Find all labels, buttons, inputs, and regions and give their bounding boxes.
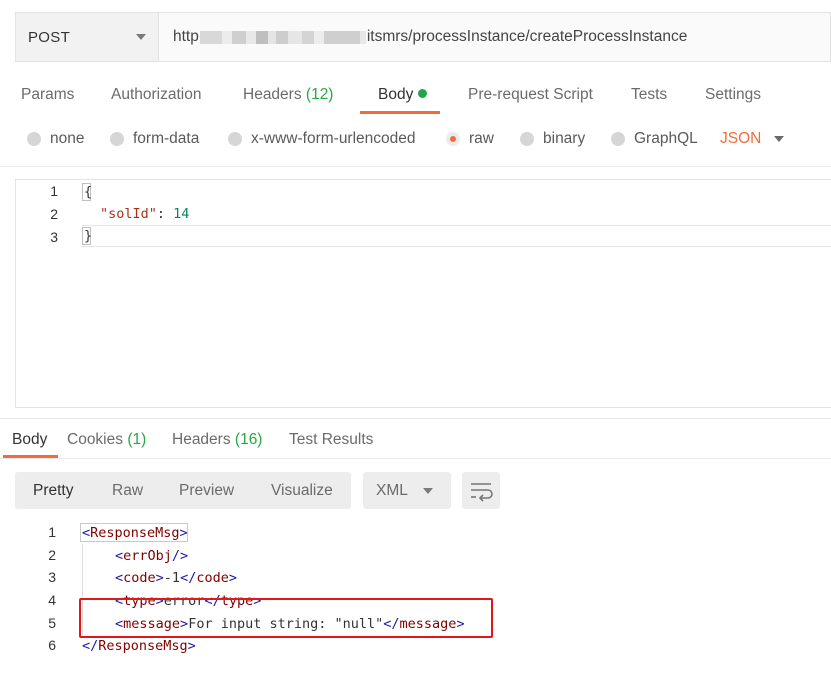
active-tab-indicator (360, 111, 440, 114)
tab-label: Headers (243, 86, 302, 103)
radio-label: form-data (133, 130, 200, 147)
chevron-down-icon[interactable] (774, 136, 784, 142)
xml-line: <errObj/> (115, 548, 189, 564)
response-tab-body[interactable]: Body (12, 431, 47, 449)
redacted-host (199, 30, 366, 44)
line-number: 4 (48, 592, 56, 608)
tab-count: (16) (234, 431, 263, 448)
tab-count: (1) (127, 431, 147, 448)
xml-tag: ResponseMsg (90, 525, 180, 541)
radio-circle-icon (27, 132, 41, 146)
xml-line: </ResponseMsg> (82, 638, 196, 654)
url-path: itsmrs/processInstance/createProcessInst… (366, 28, 688, 45)
tab-tests[interactable]: Tests (631, 86, 667, 104)
view-raw-button[interactable]: Raw (112, 482, 143, 500)
view-mode-group: Pretty Raw Preview Visualize (15, 472, 351, 509)
radio-label: x-www-form-urlencoded (251, 130, 416, 147)
url-input[interactable]: http itsmrs/processInstance/createProces… (159, 13, 830, 61)
view-pretty-button[interactable]: Pretty (33, 482, 73, 500)
method-label: POST (28, 28, 71, 46)
radio-none[interactable]: none (27, 130, 84, 148)
radio-graphql[interactable]: GraphQL (611, 130, 698, 148)
tab-count: (12) (305, 86, 334, 103)
radio-label: raw (469, 130, 494, 147)
radio-form-data[interactable]: form-data (110, 130, 199, 148)
request-tabs: Params Authorization Headers (12) Body P… (0, 78, 831, 114)
line-number: 1 (48, 524, 56, 540)
xml-tag: errObj (123, 548, 172, 564)
tab-label: Body (378, 86, 414, 103)
wrap-text-icon (471, 483, 493, 502)
chevron-down-icon (136, 34, 146, 40)
divider (0, 166, 831, 167)
radio-selected-icon (446, 132, 460, 146)
line-number: 2 (48, 547, 56, 563)
radio-label: none (50, 130, 85, 147)
method-select[interactable]: POST (16, 13, 159, 61)
line-number: 3 (50, 229, 58, 245)
tab-headers[interactable]: Headers (12) (243, 86, 333, 104)
response-format-select[interactable]: XML (363, 472, 451, 509)
view-preview-button[interactable]: Preview (179, 482, 234, 500)
raw-format-select[interactable]: JSON (720, 130, 761, 148)
code-line: { (84, 184, 93, 200)
radio-circle-icon (228, 132, 242, 146)
xml-tag: code (123, 570, 156, 586)
line-number: 3 (48, 569, 56, 585)
response-tab-test-results[interactable]: Test Results (289, 431, 373, 449)
request-url-bar: POST http itsmrs/processInstance/createP… (15, 12, 831, 62)
line-number: 1 (50, 183, 58, 199)
url-prefix: http (173, 28, 199, 45)
status-dot-icon (418, 89, 428, 98)
tab-label: Params (21, 86, 75, 103)
chevron-down-icon (423, 488, 433, 494)
response-tab-cookies[interactable]: Cookies (1) (67, 431, 146, 449)
line-number: 2 (50, 206, 58, 222)
line-number: 6 (48, 637, 56, 653)
tab-label: Tests (631, 86, 668, 103)
active-line-highlight (82, 225, 831, 247)
tab-label: Test Results (289, 431, 374, 448)
xml-text: -1 (163, 570, 181, 586)
radio-circle-icon (611, 132, 625, 146)
radio-binary[interactable]: binary (520, 130, 585, 148)
tab-label: Cookies (67, 431, 123, 448)
request-body-editor[interactable]: 1 2 3 { "solId": 14 } (15, 179, 831, 408)
tab-label: Headers (172, 431, 231, 448)
wrap-lines-button[interactable] (462, 472, 500, 509)
radio-raw[interactable]: raw (446, 130, 494, 148)
xml-tag: ResponseMsg (98, 638, 188, 654)
tab-label: Authorization (111, 86, 202, 103)
radio-circle-icon (520, 132, 534, 146)
xml-line: <code>-1</code> (115, 570, 237, 586)
response-format-label: XML (376, 482, 408, 499)
error-highlight-box (79, 598, 493, 638)
response-tab-headers[interactable]: Headers (16) (172, 431, 262, 449)
radio-label: binary (543, 130, 586, 147)
code-line: "solId": 14 (100, 206, 189, 222)
view-visualize-button[interactable]: Visualize (271, 482, 333, 500)
tab-body[interactable]: Body (378, 86, 428, 104)
json-colon: : (156, 206, 174, 222)
divider (0, 418, 831, 419)
tab-pre-request-script[interactable]: Pre-request Script (468, 86, 593, 104)
radio-label: GraphQL (634, 130, 698, 147)
xml-line: <ResponseMsg> (82, 525, 188, 541)
line-number: 5 (48, 615, 56, 631)
code-line: } (84, 228, 93, 244)
radio-circle-icon (110, 132, 124, 146)
json-key: "solId" (100, 206, 157, 222)
tab-settings[interactable]: Settings (705, 86, 761, 104)
tab-label: Pre-request Script (468, 86, 593, 103)
radio-x-www-form-urlencoded[interactable]: x-www-form-urlencoded (228, 130, 416, 148)
tab-params[interactable]: Params (21, 86, 74, 104)
tab-label: Body (12, 431, 48, 448)
tab-authorization[interactable]: Authorization (111, 86, 201, 104)
xml-tag: code (196, 570, 229, 586)
divider (0, 458, 831, 459)
json-value: 14 (173, 206, 190, 222)
body-type-radios: none form-data x-www-form-urlencoded raw… (0, 126, 831, 156)
tab-label: Settings (705, 86, 762, 103)
